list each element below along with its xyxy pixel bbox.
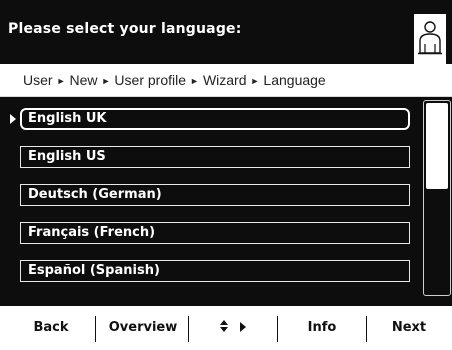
next-button[interactable]: Next [370, 306, 448, 346]
language-option-francais[interactable]: Français (French) [20, 222, 410, 244]
language-option-deutsch[interactable]: Deutsch (German) [20, 184, 410, 206]
breadcrumb-item-wizard: Wizard [202, 72, 247, 88]
breadcrumb-separator: ► [190, 76, 199, 86]
language-list: English UK English US Deutsch (German) F… [0, 97, 452, 306]
info-button[interactable]: Info [278, 306, 366, 346]
breadcrumb-separator: ► [56, 76, 66, 86]
breadcrumb-item-new: New [69, 72, 98, 88]
language-option-english-uk[interactable]: English UK [20, 108, 410, 130]
list-scrollbar[interactable] [423, 100, 451, 296]
page-title: Please select your language: [8, 21, 242, 37]
breadcrumb-item-language: Language [263, 72, 326, 88]
softkey-divider [366, 316, 367, 342]
language-option-espanol[interactable]: Español (Spanish) [20, 260, 410, 282]
breadcrumb-separator: ► [101, 76, 111, 86]
right-arrow-icon [240, 322, 247, 332]
breadcrumb: User ► New ► User profile ► Wizard ► Language [0, 64, 452, 97]
breadcrumb-item-user-profile: User profile [114, 72, 187, 88]
selection-pointer-icon [10, 114, 16, 124]
breadcrumb-path: User ► New ► User profile ► Wizard ► Language [23, 72, 326, 88]
user-button[interactable] [414, 14, 446, 64]
softkey-bar: Back Overview Info Next [0, 306, 452, 346]
scrollbar-thumb[interactable] [426, 103, 448, 189]
user-icon [418, 21, 442, 55]
header-bar: Please select your language: [0, 0, 452, 64]
language-option-english-us[interactable]: English US [20, 146, 410, 168]
back-button[interactable]: Back [14, 306, 88, 346]
up-down-arrow-icon [219, 320, 228, 332]
breadcrumb-separator: ► [250, 76, 260, 86]
breadcrumb-item-user: User [23, 72, 53, 88]
softkey-divider [188, 316, 189, 342]
navigate-button[interactable] [190, 306, 276, 346]
overview-button[interactable]: Overview [96, 306, 190, 346]
